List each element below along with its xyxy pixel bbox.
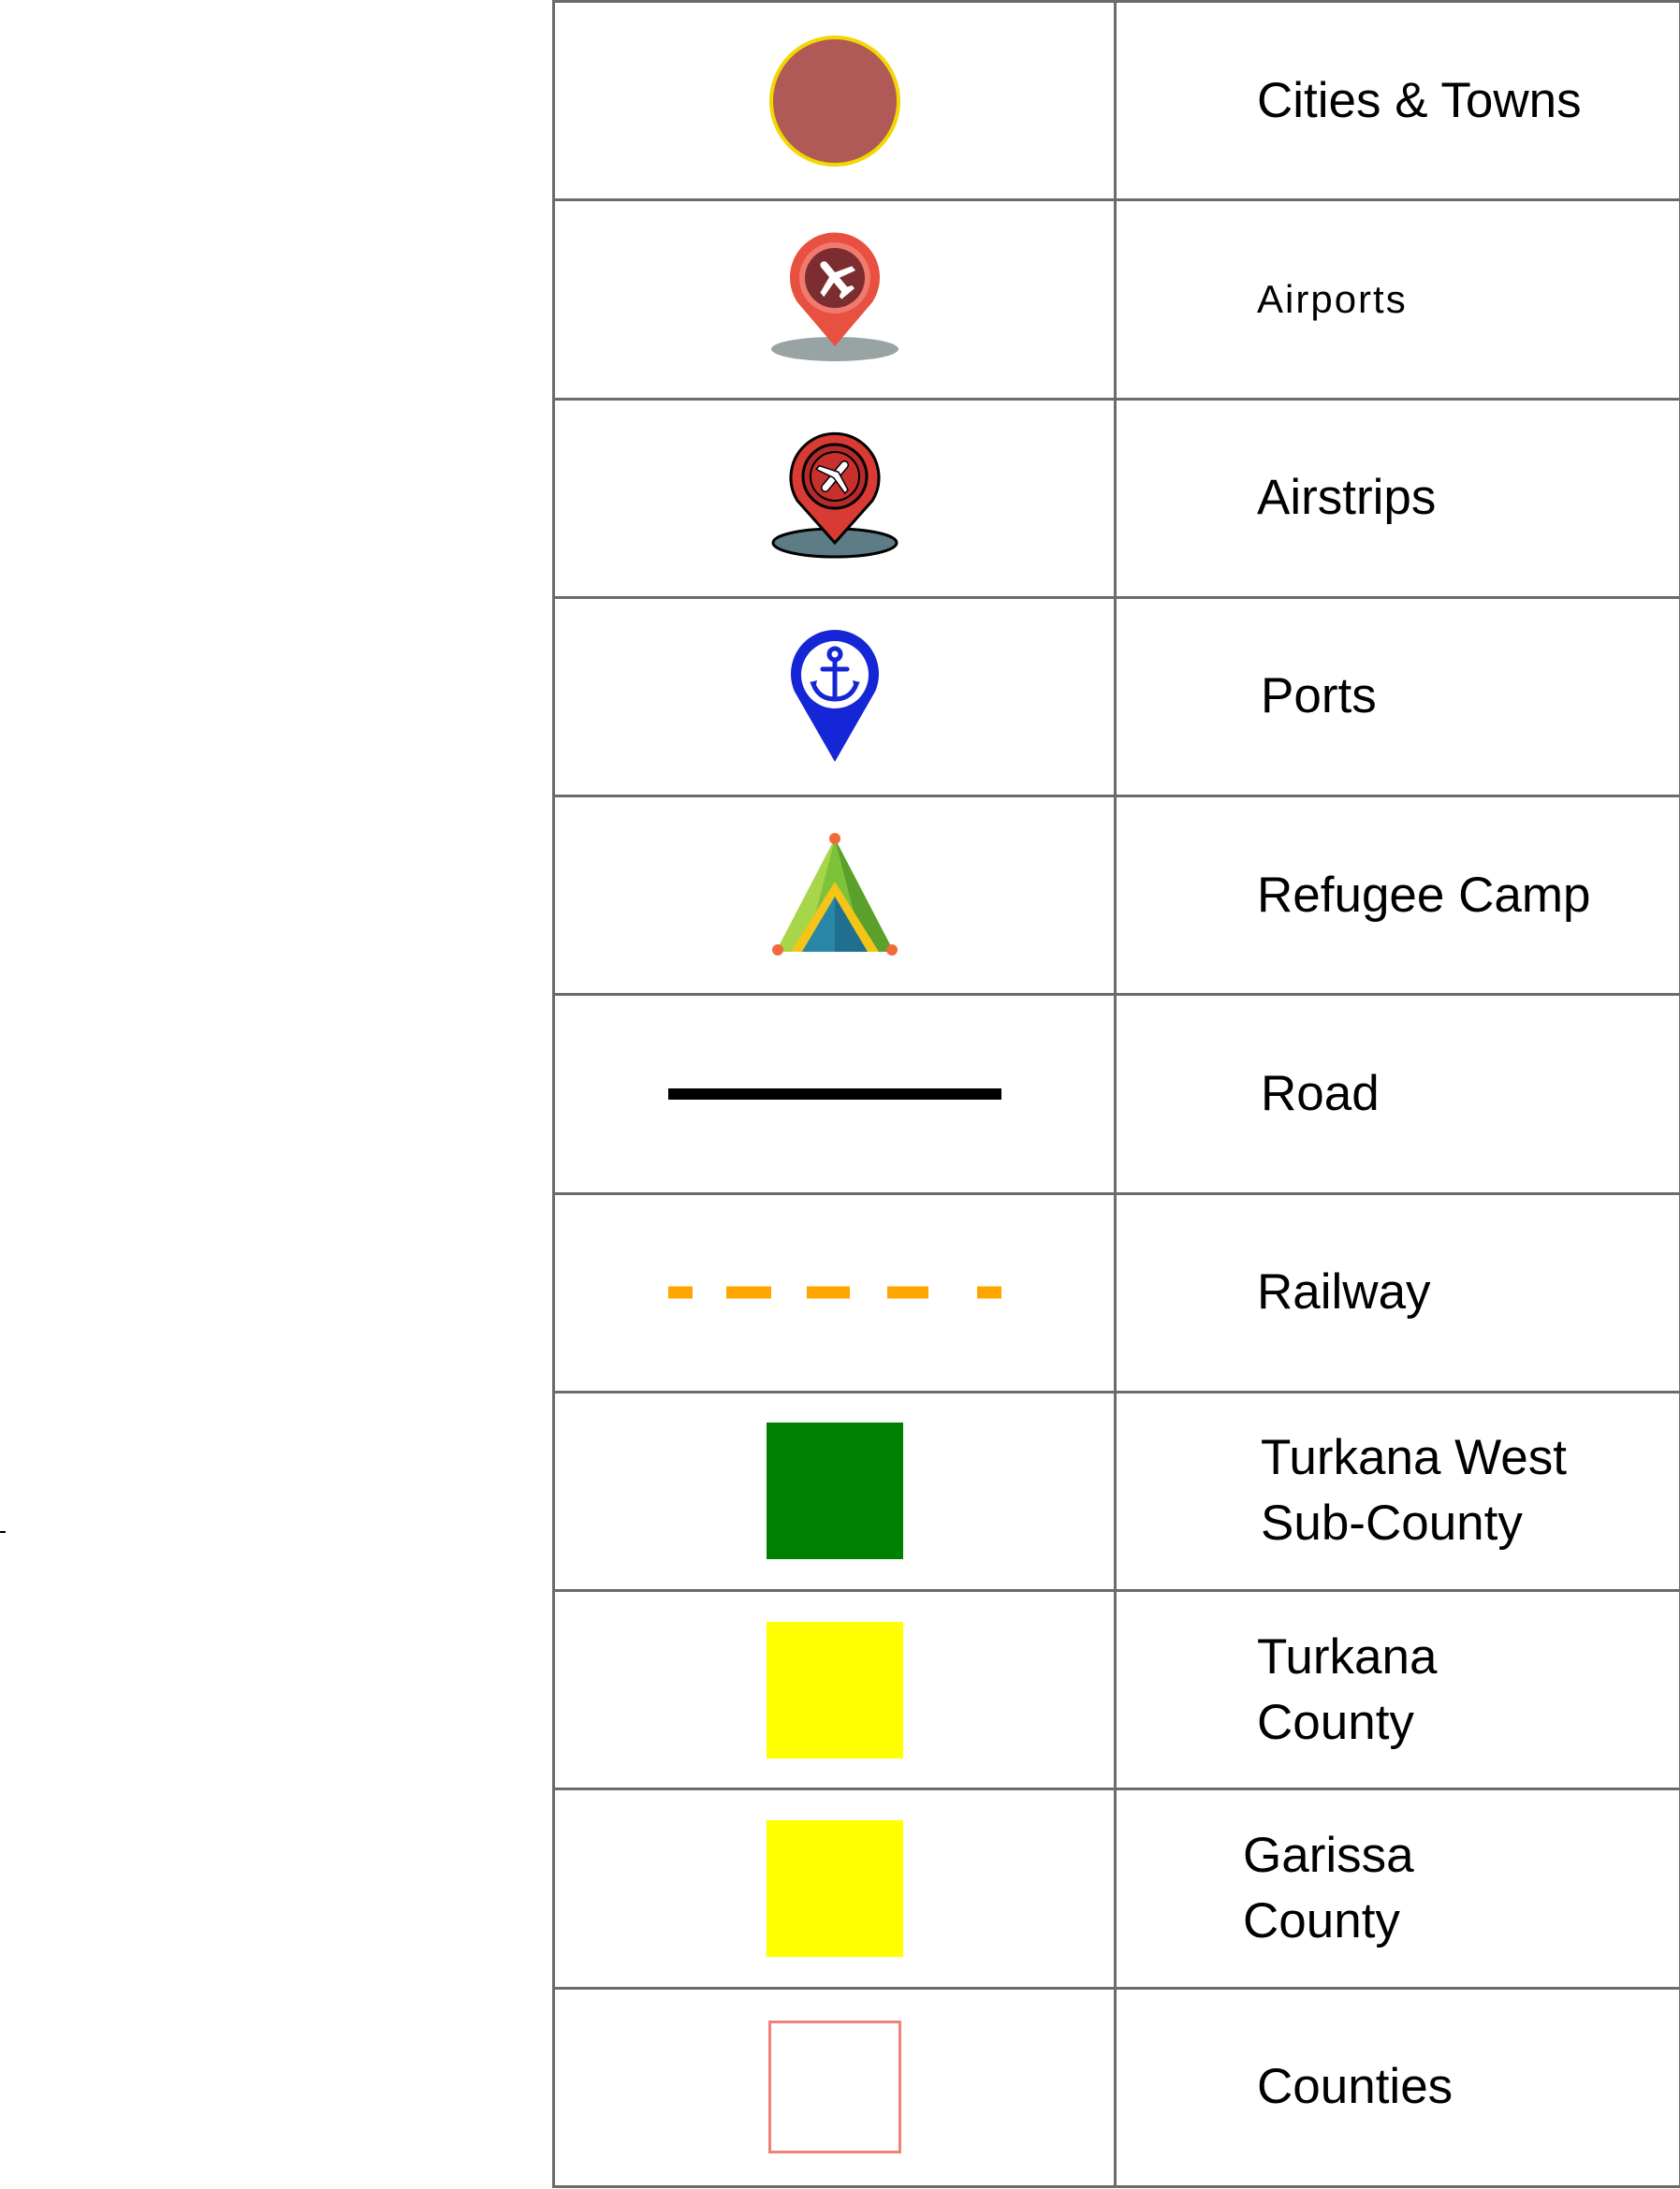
legend-label-garissa-county: Garissa County [1243,1828,1414,1949]
railway-dashed-line-icon [667,1286,1001,1299]
legend-label-road: Road [1261,1065,1380,1121]
legend-label-turkana-county: Turkana County [1257,1628,1438,1750]
legend-row-refugee-camp: Refugee Camp [552,795,1680,997]
tent-icon [771,832,898,956]
dark-green-square-icon [766,1423,903,1560]
legend-label-refugee-camp: Refugee Camp [1257,867,1591,923]
legend-row-turkana-county: Turkana County [552,1589,1680,1791]
legend-label-turkana-west: Turkana West Sub-County [1261,1430,1567,1552]
legend-row-cities-towns: Cities & Towns [552,0,1680,202]
airstrip-pin-icon [771,432,898,559]
legend-row-garissa-county: Garissa County [552,1788,1680,1990]
legend-label-airports: Airports [1257,276,1408,321]
airport-pin-icon [770,232,898,361]
map-legend-table: Cities & Towns Airports Airstrips Ports … [552,0,1680,2189]
legend-label-cities-towns: Cities & Towns [1257,72,1582,128]
legend-label-railway: Railway [1257,1264,1431,1321]
stray-tick-mark [0,1531,6,1533]
yellow-square-icon [766,1621,903,1758]
legend-label-airstrips: Airstrips [1257,470,1437,526]
legend-row-ports: Ports [552,595,1680,798]
legend-row-counties: Counties [552,1986,1680,2189]
legend-label-counties: Counties [1257,2059,1454,2115]
legend-label-ports: Ports [1261,668,1377,724]
legend-row-airports: Airports [552,198,1680,401]
legend-row-airstrips: Airstrips [552,397,1680,599]
road-line-icon [667,1087,1001,1100]
legend-row-turkana-west: Turkana West Sub-County [552,1390,1680,1593]
anchor-pin-icon [790,630,879,763]
city-circle-icon [768,35,900,167]
yellow-square-icon [766,1820,903,1958]
legend-row-road: Road [552,993,1680,1195]
outline-square-icon [767,2021,901,2154]
legend-row-railway: Railway [552,1191,1680,1394]
